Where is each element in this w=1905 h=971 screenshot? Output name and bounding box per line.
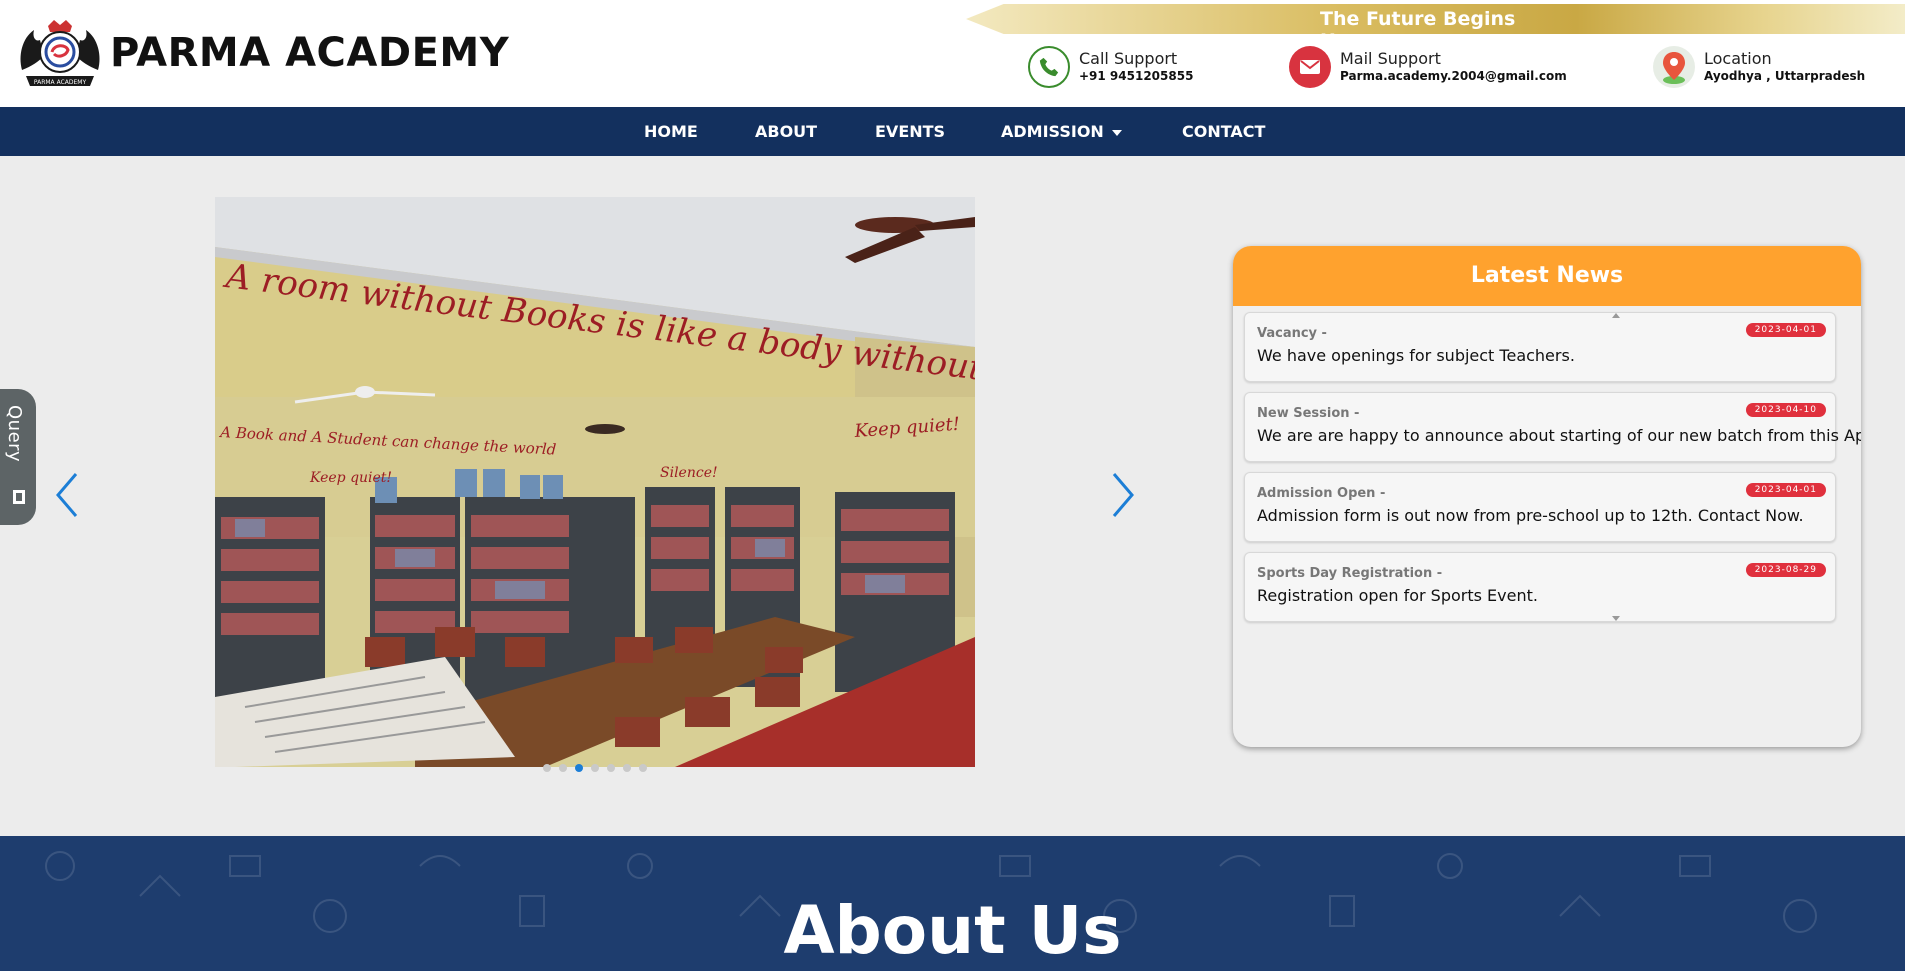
call-support-value: +91 9451205855 xyxy=(1079,69,1194,83)
top-header: PARMA ACADEMY PARMA ACADEMY The Future B… xyxy=(0,0,1905,107)
nav-events[interactable]: EVENTS xyxy=(875,107,945,156)
nav-about[interactable]: ABOUT xyxy=(755,107,817,156)
call-support[interactable]: Call Support +91 9451205855 xyxy=(1028,46,1193,88)
carousel-indicator-dot[interactable] xyxy=(623,764,631,772)
phone-icon xyxy=(1028,46,1070,88)
news-item-text: We are are happy to announce about start… xyxy=(1257,426,1861,445)
svg-text:PARMA ACADEMY: PARMA ACADEMY xyxy=(34,79,87,86)
location-value: Ayodhya , Uttarpradesh xyxy=(1704,69,1866,83)
note-icon xyxy=(13,490,25,504)
mail-support[interactable]: Mail Support Parma.academy.2004@gmail.co… xyxy=(1289,46,1567,88)
carousel-indicator-dot[interactable] xyxy=(543,764,551,772)
academy-logo[interactable]: PARMA ACADEMY xyxy=(14,16,106,92)
location-info[interactable]: Location Ayodhya , Uttarpradesh xyxy=(1653,46,1865,88)
main-navbar: HOME ABOUT EVENTS ADMISSION CONTACT xyxy=(0,107,1905,156)
carousel-indicator-dot[interactable] xyxy=(639,764,647,772)
news-item-title: Admission Open - xyxy=(1257,486,1386,501)
carousel-slide-library: A room without Books is like a body with… xyxy=(215,197,975,767)
news-item-text: Registration open for Sports Event. xyxy=(1257,586,1538,605)
news-item-title: Sports Day Registration - xyxy=(1257,566,1443,581)
news-item-date: 2023-04-01 xyxy=(1745,323,1826,337)
carousel-prev-arrow-icon[interactable] xyxy=(52,470,82,520)
news-scroll-up-icon[interactable] xyxy=(1612,313,1620,318)
carousel-indicator-dot[interactable] xyxy=(575,764,583,772)
carousel-next-arrow-icon[interactable] xyxy=(1108,470,1138,520)
carousel-indicator-dot[interactable] xyxy=(559,764,567,772)
news-item-text: We have openings for subject Teachers. xyxy=(1257,346,1575,365)
nav-admission-label: ADMISSION xyxy=(1001,122,1104,141)
news-list[interactable]: Vacancy - We have openings for subject T… xyxy=(1244,312,1861,632)
dropdown-caret-icon xyxy=(1111,129,1122,136)
call-support-label: Call Support xyxy=(1079,49,1178,68)
about-heading: About Us xyxy=(783,892,1122,969)
news-item-title: Vacancy - xyxy=(1257,326,1327,341)
news-item[interactable]: Vacancy - We have openings for subject T… xyxy=(1244,312,1836,382)
brand-name[interactable]: PARMA ACADEMY xyxy=(110,30,509,76)
library-photo: A room without Books is like a body with… xyxy=(215,197,975,767)
mail-support-label: Mail Support xyxy=(1340,49,1441,68)
news-item-title: New Session - xyxy=(1257,406,1360,421)
wall-text-keep-quiet-left: Keep quiet! xyxy=(309,470,392,486)
location-label: Location xyxy=(1704,49,1772,68)
news-item-date: 2023-08-29 xyxy=(1745,563,1826,577)
location-pin-icon xyxy=(1653,46,1695,88)
news-item-date: 2023-04-10 xyxy=(1745,403,1826,417)
news-item[interactable]: Admission Open - Admission form is out n… xyxy=(1244,472,1836,542)
news-scroll-down-icon[interactable] xyxy=(1612,616,1620,621)
about-section: About Us xyxy=(0,836,1905,971)
carousel-indicators xyxy=(543,764,647,772)
nav-contact[interactable]: CONTACT xyxy=(1182,107,1265,156)
news-item-text: Admission form is out now from pre-schoo… xyxy=(1257,506,1804,525)
latest-news-heading: Latest News xyxy=(1233,246,1861,306)
carousel-indicator-dot[interactable] xyxy=(591,764,599,772)
latest-news-panel: Latest News Vacancy - We have openings f… xyxy=(1233,246,1861,747)
news-item[interactable]: Sports Day Registration - Registration o… xyxy=(1244,552,1836,622)
carousel-indicator-dot[interactable] xyxy=(607,764,615,772)
query-tab[interactable]: Query xyxy=(0,389,36,525)
news-item-date: 2023-04-01 xyxy=(1745,483,1826,497)
mail-support-value: Parma.academy.2004@gmail.com xyxy=(1340,69,1567,83)
nav-admission[interactable]: ADMISSION xyxy=(1001,107,1122,156)
nav-home[interactable]: HOME xyxy=(644,107,698,156)
news-item[interactable]: New Session - We are are happy to announ… xyxy=(1244,392,1861,462)
query-label: Query xyxy=(4,405,25,463)
wall-text-silence: Silence! xyxy=(660,465,718,481)
mail-icon xyxy=(1289,46,1331,88)
